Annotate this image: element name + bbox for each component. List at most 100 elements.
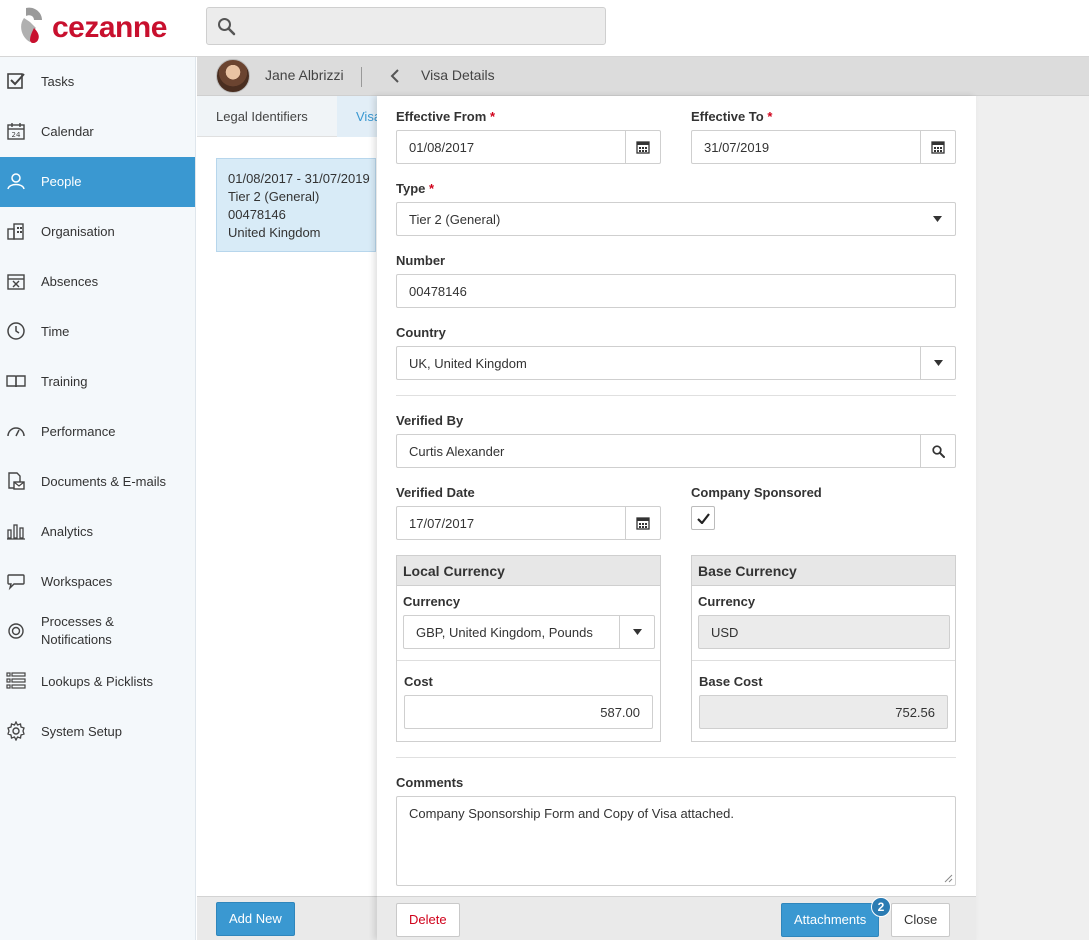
sidebar-item-label-line2: Notifications [41,632,112,647]
effective-to-label-text: Effective To [691,109,764,124]
global-search[interactable] [206,7,606,45]
calendar-icon [931,141,945,154]
calendar-picker-button[interactable] [920,131,955,163]
local-currency-select[interactable]: GBP, United Kingdom, Pounds [403,615,655,649]
sidebar-item-processes[interactable]: Processes & Notifications [0,607,195,657]
calendar-icon: 24 [7,123,25,140]
section-divider [397,660,660,661]
sidebar-item-label-line1: Processes & [41,614,114,629]
verified-by-value: Curtis Alexander [409,444,505,459]
local-currency-value: GBP, United Kingdom, Pounds [416,625,593,640]
sidebar-item-label: Workspaces [41,574,113,589]
checkmark-icon [696,512,710,524]
base-cost-value: 752.56 [895,705,935,720]
number-label: Number [396,253,446,268]
delete-button[interactable]: Delete [396,903,460,937]
logo-mark-icon [21,7,42,43]
verified-by-label: Verified By [396,413,464,428]
effective-to-value: 31/07/2019 [704,140,770,155]
sidebar-item-workspaces[interactable]: Workspaces [0,557,195,607]
number-field[interactable]: 00478146 [396,274,956,308]
cycle-icon [8,623,24,639]
dropdown-arrow-icon [933,216,942,222]
list-item-number: 00478146 [228,207,286,222]
sidebar-item-organisation[interactable]: Organisation [0,207,195,257]
sidebar-item-analytics[interactable]: Analytics [0,507,195,557]
effective-from-field[interactable]: 01/08/2017 [396,130,661,164]
cost-field[interactable]: 587.00 [404,695,653,729]
dropdown-toggle[interactable] [920,347,955,379]
number-value: 00478146 [409,284,467,299]
type-label-text: Type [396,181,426,196]
resize-handle-icon[interactable] [944,874,953,883]
comments-label: Comments [396,775,464,790]
close-button[interactable]: Close [891,903,951,937]
dropdown-arrow-icon [632,628,642,635]
base-currency-field: USD [698,615,950,649]
verified-date-label: Verified Date [396,485,475,500]
comments-value: Company Sponsorship Form and Copy of Vis… [409,806,734,821]
absences-icon [7,274,25,290]
calendar-picker-button[interactable] [625,507,660,539]
top-bar: cezanne [0,0,1089,57]
list-footer: Add New [197,896,377,940]
base-cost-label: Base Cost [699,674,763,689]
people-icon [7,173,25,190]
list-icon [6,672,26,689]
visa-details-panel: Effective From * 01/08/2017 Effective To… [377,96,976,940]
sidebar-item-people[interactable]: People [0,157,195,207]
sidebar-item-tasks[interactable]: Tasks [0,57,195,107]
cost-label: Cost [404,674,433,689]
list-item[interactable]: 01/08/2017 - 31/07/2019 Tier 2 (General)… [216,158,376,252]
chevron-left-icon[interactable] [389,68,401,84]
sidebar-item-label: Analytics [41,524,94,539]
local-currency-label: Currency [403,594,461,609]
sidebar-item-training[interactable]: Training [0,357,195,407]
sidebar-item-time[interactable]: Time [0,307,195,357]
avatar[interactable] [216,59,250,93]
country-select[interactable]: UK, United Kingdom [396,346,956,380]
type-select[interactable]: Tier 2 (General) [396,202,956,236]
base-currency-section: Base Currency Currency USD Base Cost 752… [691,555,956,742]
base-cost-field: 752.56 [699,695,948,729]
company-sponsored-label: Company Sponsored [691,485,822,500]
list-item-country: United Kingdom [228,225,321,240]
sidebar-item-documents[interactable]: Documents & E-mails [0,457,195,507]
add-new-button[interactable]: Add New [216,902,295,936]
gauge-icon [7,427,25,437]
search-input[interactable] [241,8,601,44]
calendar-picker-button[interactable] [625,131,660,163]
sidebar-item-label: System Setup [41,724,122,739]
sidebar-item-performance[interactable]: Performance [0,407,195,457]
sidebar-item-system-setup[interactable]: System Setup [0,707,195,757]
tab-legal-identifiers[interactable]: Legal Identifiers [216,96,308,137]
verified-by-field[interactable]: Curtis Alexander [396,434,956,468]
sidebar-item-lookups[interactable]: Lookups & Picklists [0,657,195,707]
sidebar-item-label: People [41,174,82,189]
logo-text: cezanne [52,11,167,44]
cezanne-logo[interactable]: cezanne [20,6,180,50]
section-divider [692,660,955,661]
sidebar-item-label: Time [41,324,70,339]
context-header: Jane Albrizzi Visa Details [197,57,1089,96]
type-label: Type * [396,181,434,196]
effective-to-field[interactable]: 31/07/2019 [691,130,956,164]
sidebar-item-label: Documents & E-mails [41,474,166,489]
sidebar-item-calendar[interactable]: 24 Calendar [0,107,195,157]
country-value: UK, United Kingdom [409,356,527,371]
company-sponsored-checkbox[interactable] [691,506,715,530]
sidebar-item-absences[interactable]: Absences [0,257,195,307]
tab-visa[interactable]: Visa [337,96,377,137]
dropdown-toggle[interactable] [619,616,654,648]
employee-name[interactable]: Jane Albrizzi [265,67,344,83]
document-mail-icon [8,472,25,490]
verified-date-field[interactable]: 17/07/2017 [396,506,661,540]
book-icon [6,375,26,388]
panel-footer: Delete Attachments 2 Close [377,896,976,940]
attachments-button[interactable]: Attachments [781,903,880,937]
background-area [976,96,1089,940]
lookup-search-button[interactable] [920,435,955,467]
comments-textarea[interactable]: Company Sponsorship Form and Copy of Vis… [396,796,956,886]
required-mark: * [429,181,435,196]
country-label: Country [396,325,446,340]
